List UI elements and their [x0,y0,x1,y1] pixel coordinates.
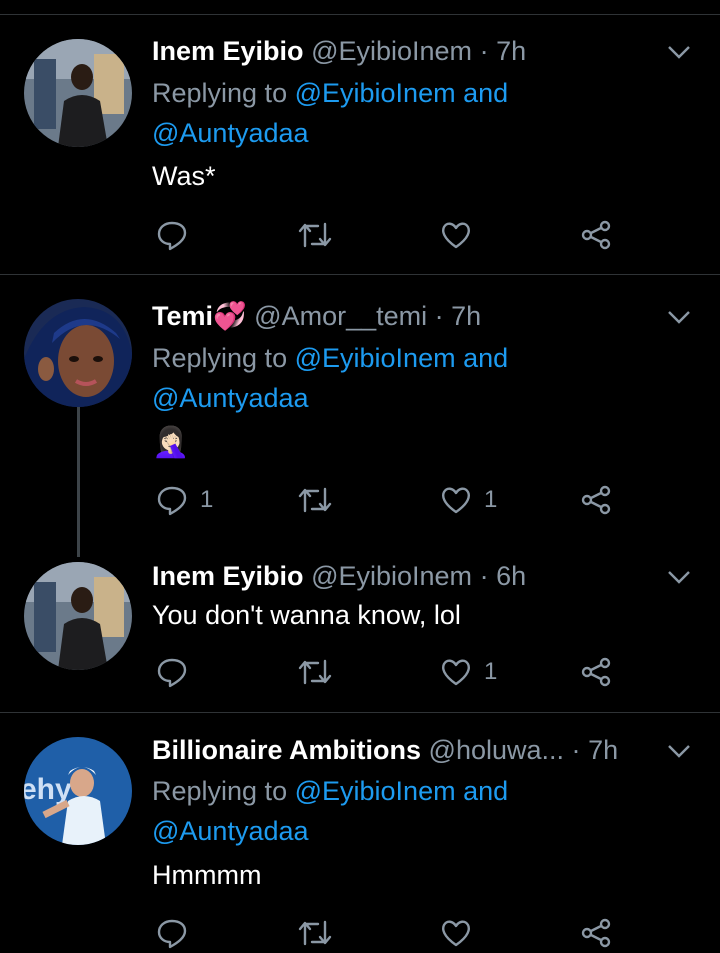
like-button[interactable] [440,913,472,953]
reply-button[interactable] [156,913,188,953]
tweet-header: Temi💞 @Amor__temi · 7h [152,299,650,333]
chevron-down-icon[interactable] [666,738,692,764]
like-count: 1 [484,658,498,685]
reply-button[interactable] [156,652,200,692]
user-handle[interactable]: @Amor__temi [254,301,427,331]
user-handle[interactable]: @holuwa... [429,735,564,765]
share-icon [581,485,611,515]
mention-link[interactable]: @Auntyadaa [152,118,309,148]
display-name-emoji: 💞 [213,301,247,331]
avatar[interactable] [24,562,132,670]
display-name[interactable]: Inem Eyibio [152,561,304,591]
retweet-icon [298,659,332,685]
reply-icon [157,658,187,688]
like-button[interactable] [440,215,484,255]
separator-dot: · [479,36,489,66]
like-icon [442,487,470,514]
share-button[interactable] [580,652,612,692]
reply-icon [157,221,187,251]
mention-link[interactable]: @Auntyadaa [152,383,309,413]
reply-button[interactable] [156,215,200,255]
tweet-text: 🤦🏻‍♀️ [152,426,190,459]
separator-dot: · [479,561,489,591]
timestamp[interactable]: 6h [496,561,526,591]
replying-to-and[interactable]: and [463,78,508,108]
replying-to-label: Replying to [152,78,288,108]
tweet[interactable]: Inem Eyibio @EyibioInem · 6h You don't w… [0,545,720,712]
like-icon [442,222,470,249]
replying-to-and[interactable]: and [463,776,508,806]
share-button[interactable] [580,480,612,520]
tweet-header: Billionaire Ambitions @holuwa... · 7h [152,733,670,767]
replying-to: Replying to @EyibioInem and @Auntyadaa [152,771,508,851]
timestamp[interactable]: 7h [451,301,481,331]
avatar[interactable] [24,39,132,147]
like-icon [442,920,470,947]
retweet-button[interactable] [298,480,332,520]
mention-link[interactable]: @Auntyadaa [152,816,309,846]
like-button[interactable]: 1 [440,652,497,692]
display-name[interactable]: Billionaire Ambitions [152,735,421,765]
avatar[interactable] [24,299,132,407]
replying-to: Replying to @EyibioInem and @Auntyadaa [152,73,508,153]
chevron-down-icon[interactable] [666,304,692,330]
like-count: 1 [484,486,498,513]
retweet-icon [298,920,332,946]
reply-count: 1 [200,486,214,513]
tweet-actions: 1 [152,652,622,692]
timestamp[interactable]: 7h [588,735,618,765]
tweet-actions [152,913,622,953]
user-handle[interactable]: @EyibioInem [311,561,472,591]
retweet-icon [298,487,332,513]
replying-to-and[interactable]: and [463,343,508,373]
retweet-button[interactable] [298,913,332,953]
like-button[interactable]: 1 [440,480,497,520]
retweet-icon [298,222,332,248]
share-icon [581,918,611,948]
replying-to-label: Replying to [152,343,288,373]
tweet-header: Inem Eyibio @EyibioInem · 6h [152,559,650,593]
share-button[interactable] [580,913,612,953]
reply-button[interactable]: 1 [156,480,213,520]
retweet-button[interactable] [298,215,344,255]
retweet-button[interactable] [298,652,332,692]
tweet-header: Inem Eyibio @EyibioInem · 7h [152,34,650,68]
tweet-actions [152,215,622,255]
timestamp[interactable]: 7h [496,36,526,66]
share-icon [581,220,611,250]
tweet[interactable]: Inem Eyibio @EyibioInem · 7h Replying to… [0,0,720,274]
avatar[interactable]: ehy [24,737,132,845]
separator-dot: · [571,735,581,765]
chevron-down-icon[interactable] [666,564,692,590]
chevron-down-icon[interactable] [666,39,692,65]
mention-link[interactable]: @EyibioInem [295,78,456,108]
replying-to: Replying to @EyibioInem and @Auntyadaa [152,338,508,418]
mention-link[interactable]: @EyibioInem [295,343,456,373]
like-icon [442,659,470,686]
thread-connector [77,407,80,557]
reply-icon [157,486,187,516]
tweet[interactable]: ehy Billionaire Ambitions @holuwa... · 7… [0,713,720,949]
share-icon [581,657,611,687]
tweet-text: Was* [152,161,216,191]
separator-dot: · [434,301,444,331]
tweet-text: You don't wanna know, lol [152,600,461,630]
user-handle[interactable]: @EyibioInem [311,36,472,66]
mention-link[interactable]: @EyibioInem [295,776,456,806]
share-button[interactable] [580,215,612,255]
tweet-actions: 1 1 [152,480,622,520]
replying-to-label: Replying to [152,776,288,806]
tweet-text: Hmmmm [152,860,262,890]
display-name[interactable]: Inem Eyibio [152,36,304,66]
display-name[interactable]: Temi [152,301,213,331]
reply-icon [157,919,187,949]
tweet[interactable]: Temi💞 @Amor__temi · 7h Replying to @Eyib… [0,275,720,545]
